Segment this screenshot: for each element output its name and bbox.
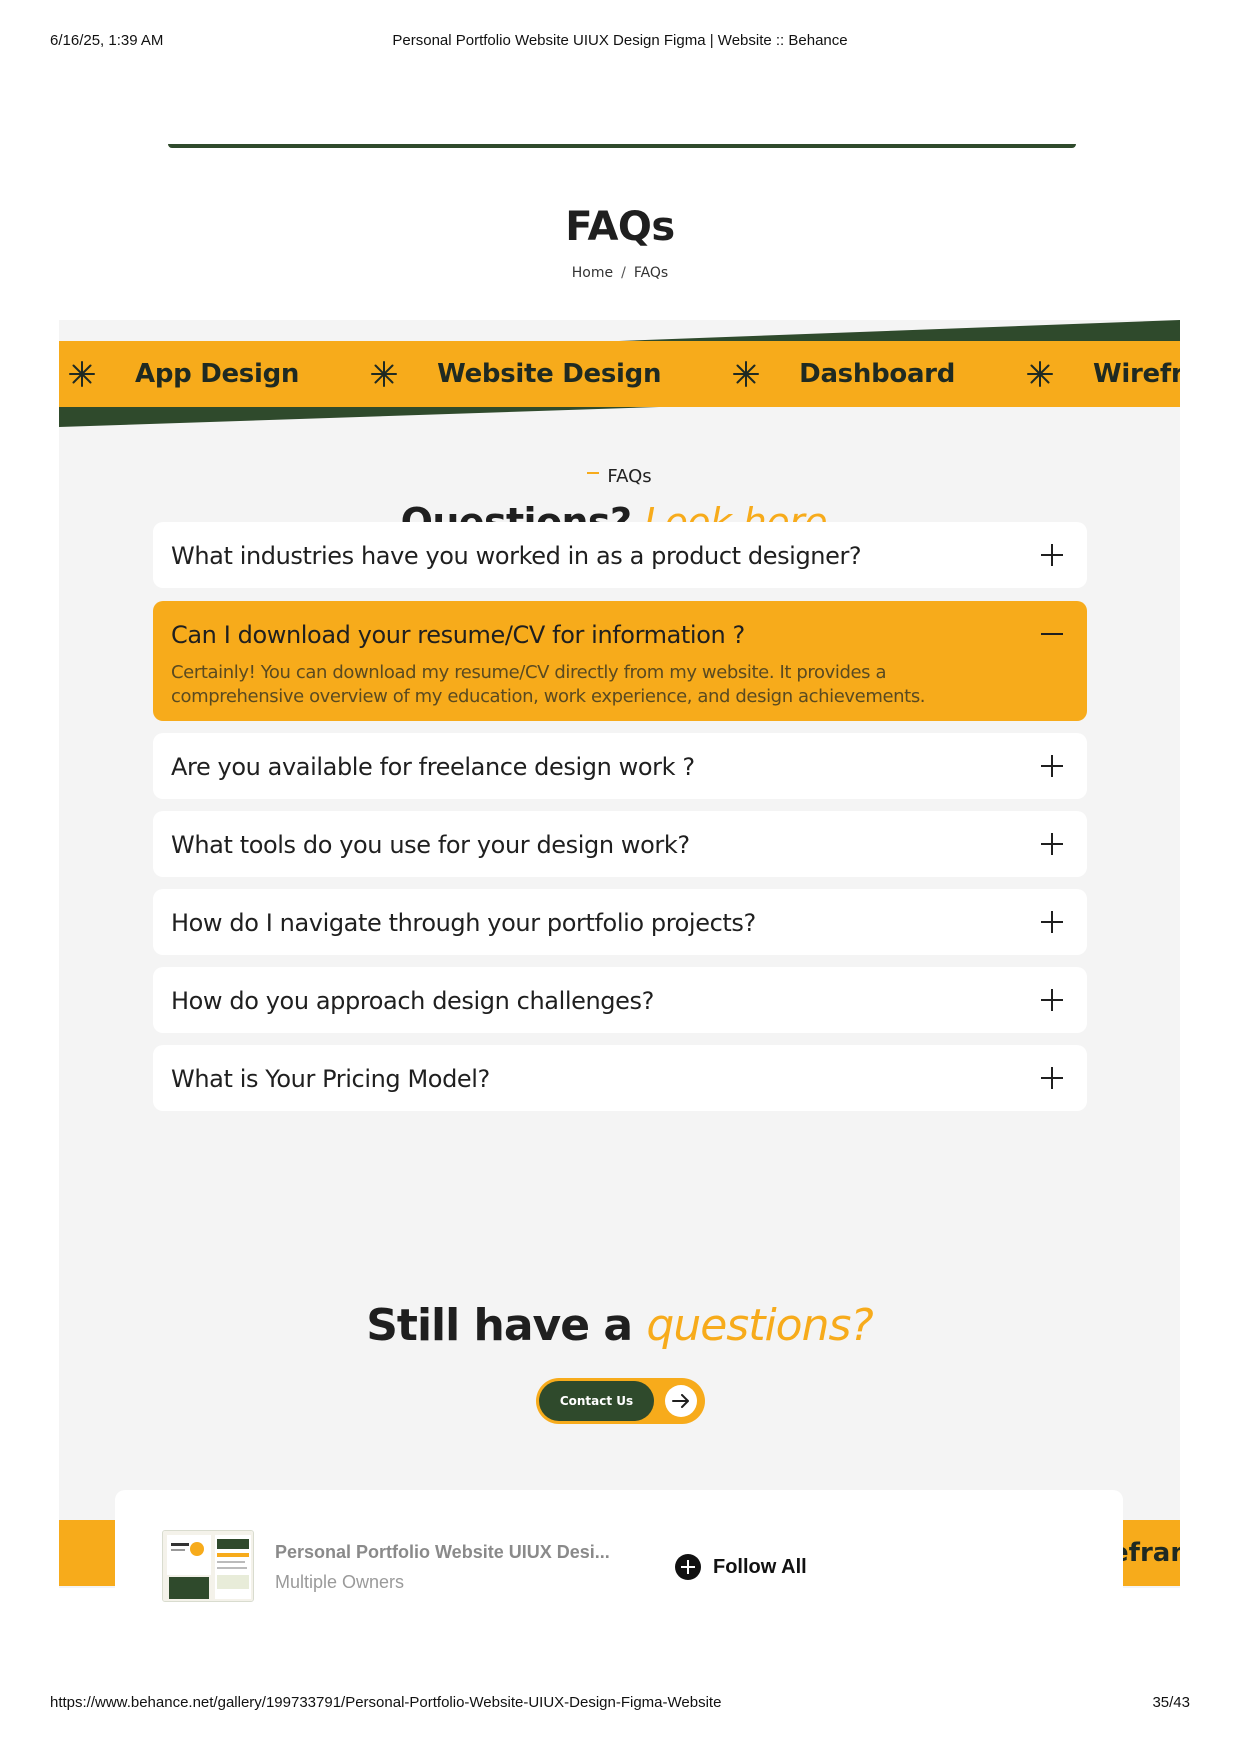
minus-icon[interactable] xyxy=(1041,623,1063,645)
follow-all-button[interactable]: Follow All xyxy=(675,1552,807,1582)
marquee-track: App Design Website Design Dashboard Wirefr xyxy=(59,341,1180,407)
plus-icon[interactable] xyxy=(1041,989,1063,1011)
faq-question: What tools do you use for your design wo… xyxy=(171,831,690,859)
arrow-right-icon xyxy=(665,1385,697,1417)
breadcrumb-current: FAQs xyxy=(633,265,669,281)
print-page-number: 35/43 xyxy=(1152,1694,1190,1711)
marquee-item: Dashboard xyxy=(799,359,956,389)
faq-item[interactable]: How do I navigate through your portfolio… xyxy=(153,889,1087,955)
faq-question: Are you available for freelance design w… xyxy=(171,753,695,781)
contact-us-button[interactable]: Contact Us xyxy=(536,1378,705,1424)
print-header: 6/16/25, 1:39 AM Personal Portfolio Webs… xyxy=(50,32,1190,52)
faq-item[interactable]: How do you approach design challenges? xyxy=(153,967,1087,1033)
still-title-accent: questions? xyxy=(646,1300,873,1351)
faq-item[interactable]: What is Your Pricing Model? xyxy=(153,1045,1087,1111)
asterisk-icon xyxy=(69,361,95,387)
content-panel: App Design Website Design Dashboard Wirefr … xyxy=(59,320,1180,1588)
print-footer: https://www.behance.net/gallery/19973379… xyxy=(50,1694,1190,1714)
project-owners[interactable]: Multiple Owners xyxy=(275,1572,404,1593)
plus-icon[interactable] xyxy=(1041,833,1063,855)
asterisk-icon xyxy=(733,361,760,387)
project-owner-card: Personal Portfolio Website UIUX Desi... … xyxy=(115,1490,1123,1630)
faq-question: How do you approach design challenges? xyxy=(171,987,654,1015)
plus-circle-icon xyxy=(675,1554,701,1580)
print-url: https://www.behance.net/gallery/19973379… xyxy=(50,1694,722,1711)
faq-item[interactable]: Are you available for freelance design w… xyxy=(153,733,1087,799)
faq-question: How do I navigate through your portfolio… xyxy=(171,909,756,937)
follow-all-label: Follow All xyxy=(713,1555,807,1578)
plus-icon[interactable] xyxy=(1041,755,1063,777)
marquee-item: Website Design xyxy=(437,359,662,389)
page-title: FAQs xyxy=(565,204,675,250)
project-title[interactable]: Personal Portfolio Website UIUX Desi... xyxy=(275,1542,625,1563)
project-thumbnail[interactable] xyxy=(162,1530,254,1602)
faq-answer: Certainly! You can download my resume/CV… xyxy=(171,662,926,707)
faq-item[interactable]: What tools do you use for your design wo… xyxy=(153,811,1087,877)
breadcrumb-home-link[interactable]: Home xyxy=(572,265,613,281)
print-page-title: Personal Portfolio Website UIUX Design F… xyxy=(392,32,848,49)
asterisk-icon xyxy=(371,361,398,387)
breadcrumb: Home / FAQs xyxy=(571,265,669,281)
faq-question: Can I download your resume/CV for inform… xyxy=(171,621,745,649)
faq-question: What industries have you worked in as a … xyxy=(171,542,862,570)
faq-item[interactable]: What industries have you worked in as a … xyxy=(153,522,1087,588)
faq-question: What is Your Pricing Model? xyxy=(171,1065,490,1093)
eyebrow-dash xyxy=(587,472,600,474)
plus-icon[interactable] xyxy=(1041,911,1063,933)
thumbnail-image xyxy=(163,1531,253,1601)
section-eyebrow: FAQs xyxy=(59,466,1180,487)
still-have-questions-title: Still have a questions? xyxy=(366,1300,874,1351)
plus-icon[interactable] xyxy=(1041,1067,1063,1089)
marquee-item: Wirefr xyxy=(1093,359,1180,389)
contact-us-label: Contact Us xyxy=(539,1381,654,1421)
marquee-item: App Design xyxy=(135,359,300,389)
top-divider xyxy=(168,144,1076,148)
marquee-band: App Design Website Design Dashboard Wirefr xyxy=(59,341,1180,407)
faq-item[interactable]: Can I download your resume/CV for inform… xyxy=(153,601,1087,721)
plus-icon[interactable] xyxy=(1041,544,1063,566)
asterisk-icon xyxy=(1027,361,1054,387)
